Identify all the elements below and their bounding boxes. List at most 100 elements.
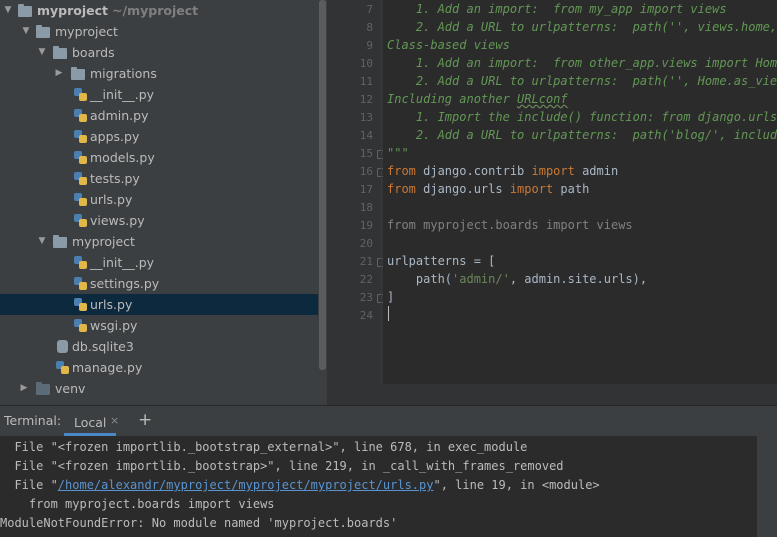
line-number: 8	[366, 21, 373, 34]
terminal-panel: Terminal: Local × + File "<frozen import…	[0, 405, 777, 537]
terminal-header: Terminal: Local × +	[0, 405, 777, 436]
tree-folder-myproject-inner[interactable]: ▼ myproject	[0, 231, 318, 252]
database-file-icon	[57, 340, 68, 353]
python-file-icon	[74, 277, 87, 291]
tree-item-label: views.py	[90, 213, 145, 228]
code-line-23: ]	[387, 290, 395, 304]
tree-file-myproject-urls[interactable]: urls.py	[0, 294, 318, 315]
editor-gutter: 7 8 9 10 11 12 13 14 15 16 17 18 19 20 2…	[327, 0, 386, 384]
terminal-error-line: ModuleNotFoundError: No module named 'my…	[0, 516, 398, 530]
chevron-right-icon[interactable]: ▶	[53, 63, 65, 84]
tree-item-label: admin.py	[90, 108, 149, 123]
python-file-icon	[74, 172, 87, 186]
project-scrollbar-thumb[interactable]	[319, 0, 326, 370]
line-number: 11	[359, 75, 373, 88]
python-file-icon	[74, 214, 87, 228]
tree-folder-myproject[interactable]: ▼ myproject	[0, 21, 318, 42]
code-line-11: 2. Add a URL to urlpatterns: path('', Ho…	[387, 74, 777, 88]
folder-icon	[18, 4, 32, 17]
code-line-16: from django.contrib import admin	[387, 164, 619, 178]
folder-icon	[36, 382, 50, 395]
line-number: 24	[359, 309, 373, 322]
tree-file-models[interactable]: models.py	[0, 147, 318, 168]
tree-item-label: boards	[72, 45, 115, 60]
tree-item-label: __init__.py	[90, 255, 155, 270]
line-number: 14	[359, 129, 373, 142]
text-caret	[388, 306, 389, 321]
tree-root-label: myproject ~/myproject	[37, 3, 199, 18]
line-number: 23	[359, 291, 373, 304]
tree-file-tests[interactable]: tests.py	[0, 168, 318, 189]
code-line-17: from django.urls import path	[387, 182, 590, 196]
python-file-icon	[74, 151, 87, 165]
line-number: 19	[359, 219, 373, 232]
tree-item-label: models.py	[90, 150, 155, 165]
close-icon[interactable]: ×	[110, 414, 119, 427]
code-line-22: path('admin/', admin.site.urls),	[387, 272, 648, 286]
python-file-icon	[74, 256, 87, 270]
line-number: 16	[359, 165, 373, 178]
code-line-7: 1. Add an import: from my_app import vie…	[387, 2, 727, 16]
line-number: 20	[359, 237, 373, 250]
tree-file-apps[interactable]: apps.py	[0, 126, 318, 147]
tree-item-label: settings.py	[90, 276, 160, 291]
editor-bottom-area	[327, 384, 777, 405]
line-number: 21	[359, 255, 373, 268]
line-number: 17	[359, 183, 373, 196]
terminal-line: File "/home/alexandr/myproject/myproject…	[0, 478, 600, 492]
chevron-down-icon[interactable]: ▼	[2, 0, 14, 21]
python-file-icon	[74, 193, 87, 207]
code-line-15: """	[387, 146, 409, 160]
tree-item-label: myproject	[72, 234, 135, 249]
tab-local[interactable]: Local	[64, 409, 117, 436]
tree-file-admin[interactable]: admin.py	[0, 105, 318, 126]
line-number: 12	[359, 93, 373, 106]
tree-file-myproject-init[interactable]: __init__.py	[0, 252, 318, 273]
chevron-right-icon[interactable]: ▶	[18, 378, 30, 399]
folder-icon	[53, 235, 67, 248]
chevron-down-icon[interactable]: ▼	[36, 42, 48, 63]
tree-file-db-sqlite3[interactable]: db.sqlite3	[0, 336, 318, 357]
tree-file-boards-urls[interactable]: urls.py	[0, 189, 318, 210]
code-line-19: from myproject.boards import views	[387, 218, 633, 232]
folder-icon	[36, 25, 50, 38]
code-line-21: urlpatterns = [	[387, 254, 496, 268]
line-number: 9	[366, 39, 373, 52]
line-number: 22	[359, 273, 373, 286]
tree-root-path-hint: ~/myproject	[112, 3, 199, 18]
folder-icon	[53, 46, 67, 59]
tree-file-manage[interactable]: manage.py	[0, 357, 318, 378]
python-file-icon	[56, 361, 69, 375]
line-number: 18	[359, 201, 373, 214]
chevron-down-icon[interactable]: ▼	[20, 21, 32, 42]
code-editor[interactable]: 1. Add an import: from my_app import vie…	[383, 0, 777, 384]
add-terminal-icon[interactable]: +	[138, 410, 152, 430]
file-path-link[interactable]: /home/alexandr/myproject/myproject/mypro…	[58, 478, 434, 492]
tree-file-settings[interactable]: settings.py	[0, 273, 318, 294]
tree-file-views[interactable]: views.py	[0, 210, 318, 231]
tree-file-wsgi[interactable]: wsgi.py	[0, 315, 318, 336]
tree-item-label: wsgi.py	[90, 318, 138, 333]
terminal-scrollbar[interactable]	[757, 435, 777, 537]
python-file-icon	[74, 130, 87, 144]
tree-file-boards-init[interactable]: __init__.py	[0, 84, 318, 105]
chevron-down-icon[interactable]: ▼	[36, 231, 48, 252]
tree-item-label: urls.py	[90, 297, 133, 312]
line-number: 15	[359, 147, 373, 160]
tree-item-label: urls.py	[90, 192, 133, 207]
line-number: 7	[366, 3, 373, 16]
tree-folder-boards[interactable]: ▼ boards	[0, 42, 318, 63]
tree-folder-venv[interactable]: ▶ venv	[0, 378, 318, 399]
python-file-icon	[74, 298, 87, 312]
tree-item-label: venv	[55, 381, 86, 396]
tree-root-myproject[interactable]: ▼ myproject ~/myproject	[0, 0, 318, 21]
terminal-line: from myproject.boards import views	[0, 497, 275, 511]
project-tool-window: ▼ myproject ~/myproject ▼ myproject ▼ boa…	[0, 0, 327, 405]
code-line-8: 2. Add a URL to urlpatterns: path('', vi…	[387, 20, 777, 34]
tree-item-label: migrations	[90, 66, 157, 81]
tree-item-label: apps.py	[90, 129, 140, 144]
tree-folder-migrations[interactable]: ▶ migrations	[0, 63, 318, 84]
project-scrollbar[interactable]	[318, 0, 327, 405]
code-line-14: 2. Add a URL to urlpatterns: path('blog/…	[387, 128, 777, 142]
code-line-9: Class-based views	[387, 38, 510, 52]
